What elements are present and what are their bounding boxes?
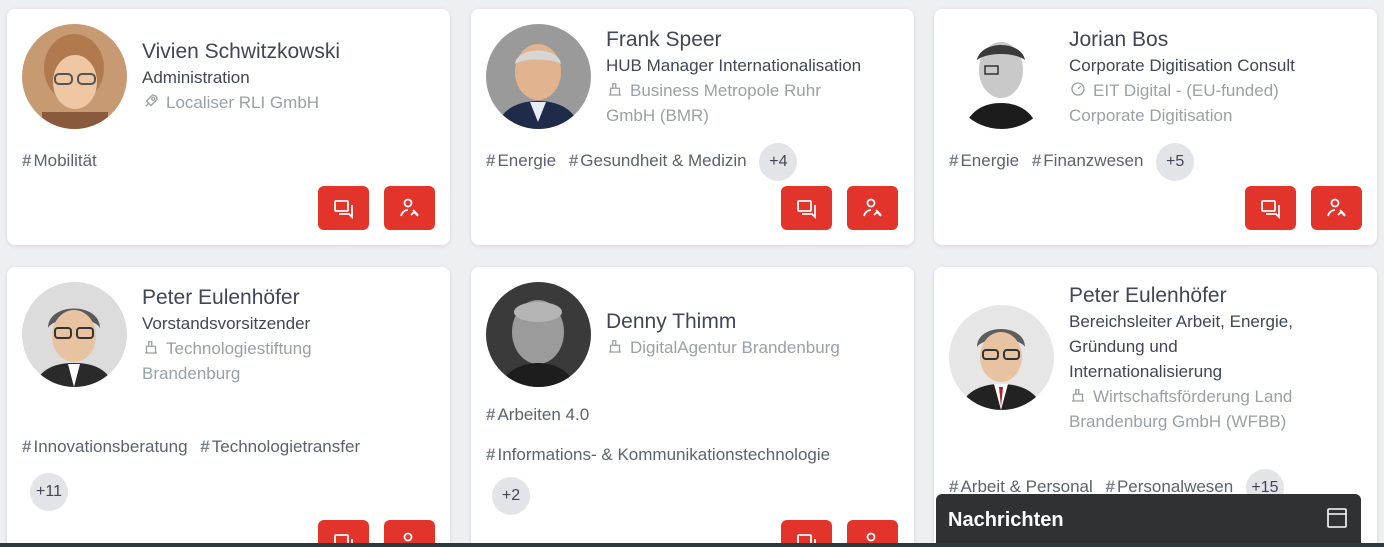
tag[interactable]: # Arbeiten 4.0	[486, 395, 589, 435]
person-name[interactable]: Denny Thimm	[606, 309, 902, 335]
contact-button[interactable]	[1311, 186, 1362, 230]
building-icon	[145, 341, 157, 354]
person-card[interactable]: Jorian Bos Corporate Digitisation Consul…	[934, 9, 1377, 245]
more-tags-badge[interactable]: +4	[759, 143, 798, 181]
people-grid: Vivien Schwitzkowski Administration Loca…	[0, 0, 1384, 547]
person-name[interactable]: Vivien Schwitzkowski	[142, 39, 438, 65]
bottom-bar	[0, 543, 1384, 547]
tag[interactable]: # Technologietransfer	[200, 425, 360, 469]
tag[interactable]: # Finanzwesen	[1032, 149, 1144, 173]
avatar[interactable]	[22, 24, 127, 129]
person-name[interactable]: Peter Eulenhöfer	[142, 285, 438, 311]
avatar[interactable]	[22, 282, 127, 387]
user-handshake-icon	[862, 198, 882, 217]
person-role: Vorstandsvorsitzender	[142, 314, 311, 333]
building-icon	[609, 340, 621, 353]
avatar[interactable]	[949, 24, 1054, 129]
tag[interactable]: # Gesundheit & Medizin	[569, 149, 747, 173]
organization-name: Localiser RLI GmbH	[166, 93, 320, 112]
person-card[interactable]: Vivien Schwitzkowski Administration Loca…	[7, 9, 450, 245]
avatar[interactable]	[486, 24, 591, 129]
person-card[interactable]: Frank Speer HUB Manager Internationalisa…	[471, 9, 914, 245]
organization: Wirtschaftsförderung Land Brandenburg Gmb…	[1069, 387, 1293, 431]
message-button[interactable]	[318, 186, 369, 230]
person-role: Administration	[142, 68, 250, 87]
organization: Business Metropole Ruhr GmbH (BMR)	[606, 81, 821, 125]
person-role: HUB Manager Internationalisation	[606, 56, 862, 75]
more-tags-badge[interactable]: +5	[1156, 143, 1195, 181]
user-handshake-icon	[399, 198, 419, 217]
chat-icon	[1260, 200, 1280, 220]
tag-list: # Innovationsberatung # Technologietransfe…	[22, 425, 440, 513]
messages-widget[interactable]: Nachrichten	[936, 494, 1361, 547]
messages-title[interactable]: Nachrichten	[948, 509, 1064, 532]
organization: DigitalAgentur Brandenburg	[606, 335, 902, 360]
person-card[interactable]: Denny Thimm DigitalAgentur Brandenburg #…	[471, 267, 914, 547]
more-tags-badge[interactable]: +2	[492, 476, 530, 515]
window-icon[interactable]	[1325, 506, 1349, 530]
contact-button[interactable]	[847, 186, 898, 230]
person-card[interactable]: Peter Eulenhöfer Vorstandsvorsitzender T…	[7, 267, 450, 547]
avatar[interactable]	[486, 282, 591, 387]
person-name[interactable]: Frank Speer	[606, 27, 902, 53]
person-role: Corporate Digitisation Consult	[1069, 56, 1295, 75]
building-icon	[609, 83, 621, 96]
person-name[interactable]: Peter Eulenhöfer	[1069, 283, 1365, 309]
tag[interactable]: # Energie	[949, 149, 1019, 173]
message-button[interactable]	[781, 186, 832, 230]
building-icon	[1072, 389, 1084, 402]
organization: Technologiestiftung Brandenburg	[142, 339, 312, 383]
person-role: Bereichsleiter Arbeit, Energie, Gründung…	[1069, 312, 1293, 381]
chat-icon	[796, 200, 816, 220]
tag[interactable]: # Informations- & Kommunikationstechnolog…	[486, 435, 830, 475]
tag[interactable]: # Energie	[486, 149, 556, 173]
message-button[interactable]	[1245, 186, 1296, 230]
person-name[interactable]: Jorian Bos	[1069, 27, 1365, 53]
gauge-icon	[1071, 82, 1085, 96]
tag-list: # Energie # Finanzwesen +5	[949, 143, 1367, 181]
chat-icon	[333, 200, 353, 220]
tag[interactable]: # Mobilität	[22, 149, 97, 173]
rocket-icon	[145, 94, 158, 107]
tag-list: # Energie # Gesundheit & Medizin +4	[486, 143, 904, 181]
tag-list: # Arbeiten 4.0 # Informations- & Kommunika…	[486, 395, 904, 515]
avatar[interactable]	[949, 305, 1054, 410]
organization: Localiser RLI GmbH	[142, 90, 438, 115]
tag[interactable]: # Innovationsberatung	[22, 425, 188, 469]
tag-list: # Mobilität	[22, 149, 440, 173]
user-handshake-icon	[1326, 198, 1346, 217]
contact-button[interactable]	[384, 186, 435, 230]
organization: EIT Digital - (EU-funded) Corporate Digit…	[1069, 81, 1279, 125]
more-tags-badge[interactable]: +11	[30, 472, 68, 511]
